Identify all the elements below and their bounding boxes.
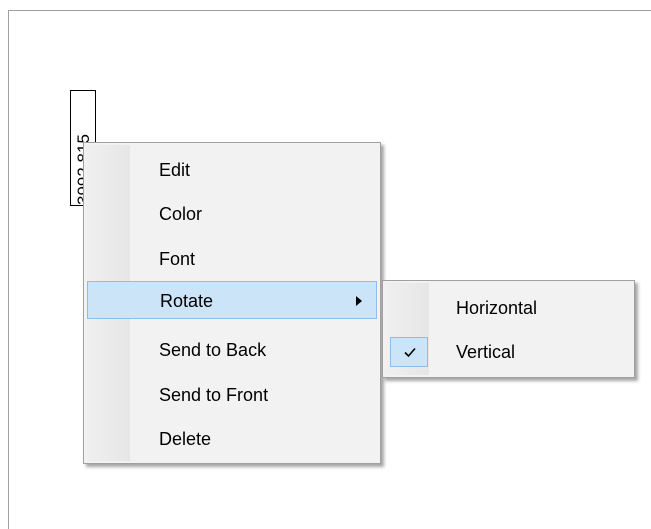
checkmark-icon (404, 347, 416, 358)
menu-item-edit[interactable]: Edit (87, 151, 377, 189)
menu-item-rotate[interactable]: Rotate (87, 281, 377, 319)
submenu-item-label: Horizontal (456, 298, 538, 318)
menu-item-label: Send to Back (159, 340, 267, 360)
menu-item-label: Edit (159, 160, 191, 180)
menu-item-delete[interactable]: Delete (87, 420, 377, 458)
menu-item-label: Send to Front (159, 385, 269, 405)
menu-item-label: Font (159, 249, 196, 269)
submenu-item-horizontal[interactable]: Horizontal (386, 289, 631, 327)
menu-item-label: Color (159, 204, 203, 224)
chevron-right-icon (356, 296, 362, 306)
menu-item-send-to-front[interactable]: Send to Front (87, 376, 377, 414)
menu-item-color[interactable]: Color (87, 195, 377, 233)
submenu-item-label: Vertical (456, 342, 516, 362)
menu-item-label: Delete (159, 429, 212, 449)
checked-indicator (390, 337, 428, 367)
menu-item-label: Rotate (160, 291, 214, 311)
submenu-item-vertical[interactable]: Vertical (386, 333, 631, 371)
rotate-submenu: Horizontal Vertical (382, 280, 635, 378)
menu-item-font[interactable]: Font (87, 240, 377, 278)
menu-item-send-to-back[interactable]: Send to Back (87, 331, 377, 369)
context-menu: Edit Color Font Rotate Send to Back Send… (83, 142, 381, 464)
